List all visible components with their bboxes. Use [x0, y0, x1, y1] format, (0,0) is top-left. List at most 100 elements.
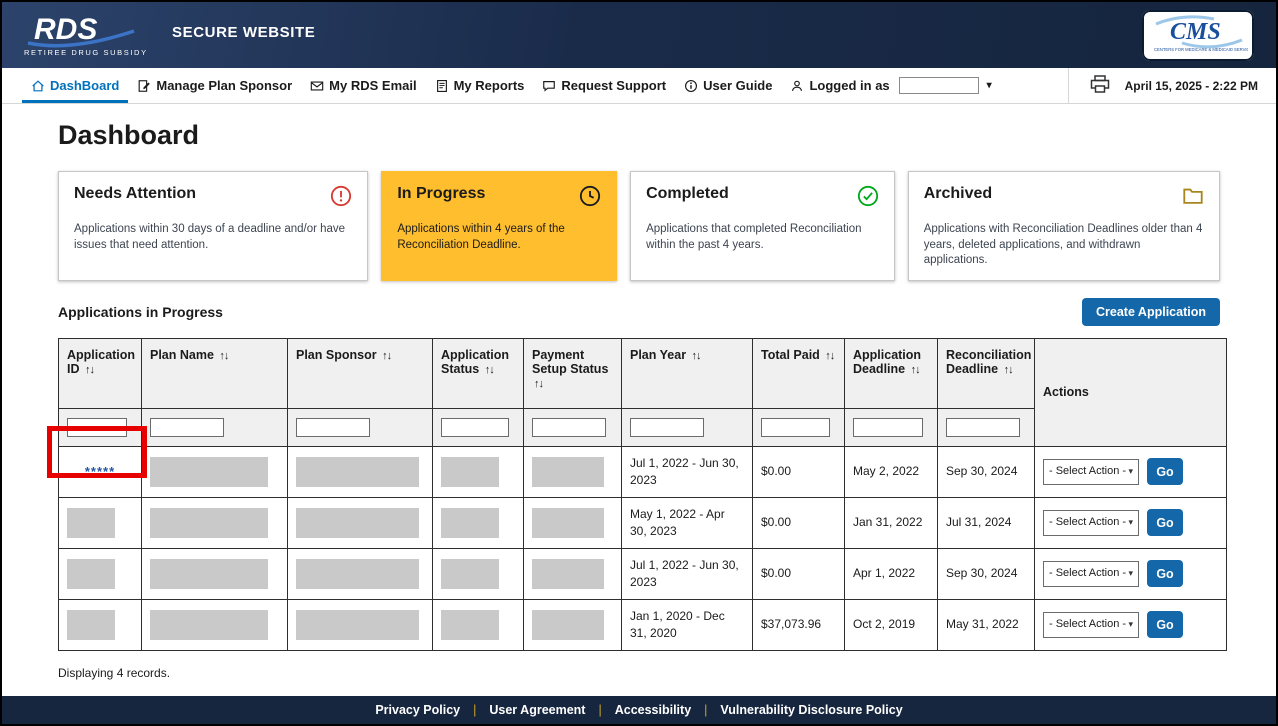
plan-year-cell: Jan 1, 2020 - Dec 31, 2020 — [622, 599, 753, 650]
redacted-application-status — [441, 457, 499, 487]
footer-link-vulnerability-disclosure-policy[interactable]: Vulnerability Disclosure Policy — [720, 703, 902, 717]
logged-in-label: Logged in as — [809, 78, 889, 93]
nav-utility-group: April 15, 2025 - 2:22 PM — [1068, 68, 1276, 103]
column-header-application-deadline[interactable]: Application Deadline ↑↓ — [845, 338, 938, 408]
rds-secure-website-page: RDS RETIREE DRUG SUBSIDY SECURE WEBSITE … — [0, 0, 1278, 726]
site-footer: Privacy Policy | User Agreement | Access… — [2, 696, 1276, 724]
page-title: Dashboard — [58, 120, 1276, 151]
cms-logo-icon: CMS CENTERS FOR MEDICARE & MEDICAID SERV… — [1148, 12, 1248, 54]
sort-icon: ↑↓ — [382, 350, 391, 362]
column-label: Payment Setup Status — [532, 348, 608, 376]
table-row: May 1, 2022 - Apr 30, 2023 $0.00 Jan 31,… — [59, 497, 1227, 548]
redacted-payment-setup-status — [532, 559, 604, 589]
rds-logo-subtitle: RETIREE DRUG SUBSIDY — [24, 48, 148, 57]
print-icon[interactable] — [1089, 75, 1111, 97]
column-header-payment-setup-status[interactable]: Payment Setup Status ↑↓ — [524, 338, 622, 408]
rds-logo: RDS RETIREE DRUG SUBSIDY — [22, 11, 150, 59]
datetime-label: April 15, 2025 - 2:22 PM — [1125, 79, 1258, 93]
alert-icon — [330, 185, 352, 212]
total-paid-cell: $0.00 — [753, 446, 845, 497]
filter-input-total-paid[interactable] — [761, 418, 830, 437]
redacted-payment-setup-status — [532, 610, 604, 640]
action-select-value: - Select Action - — [1049, 566, 1126, 581]
nav-item-manage-plan-sponsor[interactable]: Manage Plan Sponsor — [128, 68, 301, 103]
nav-item-dashboard[interactable]: DashBoard — [22, 68, 128, 103]
nav-item-label: My Reports — [454, 78, 525, 93]
rds-logo-icon: RDS RETIREE DRUG SUBSIDY — [22, 11, 150, 59]
filter-input-application-id[interactable] — [67, 418, 127, 437]
reconciliation-deadline-cell: Sep 30, 2024 — [938, 548, 1035, 599]
status-cards: Needs Attention Applications within 30 d… — [58, 171, 1220, 281]
redacted-plan-name — [150, 610, 268, 640]
nav-item-my-reports[interactable]: My Reports — [426, 68, 534, 103]
footer-link-accessibility[interactable]: Accessibility — [615, 703, 691, 717]
redacted-plan-name — [150, 457, 268, 487]
redacted-application-id — [67, 559, 115, 589]
filter-input-payment-setup-status[interactable] — [532, 418, 606, 437]
column-header-plan-sponsor[interactable]: Plan Sponsor ↑↓ — [288, 338, 433, 408]
action-select-value: - Select Action - — [1049, 515, 1126, 530]
go-button[interactable]: Go — [1147, 509, 1183, 536]
filter-input-application-status[interactable] — [441, 418, 509, 437]
redacted-application-id — [67, 508, 115, 538]
sort-icon: ↑↓ — [1004, 364, 1013, 376]
column-header-total-paid[interactable]: Total Paid ↑↓ — [753, 338, 845, 408]
nav-item-request-support[interactable]: Request Support — [533, 68, 675, 103]
info-icon — [684, 79, 698, 93]
filter-cell — [622, 408, 753, 446]
home-icon — [31, 79, 45, 93]
nav-item-user-guide[interactable]: User Guide — [675, 68, 781, 103]
column-label: Plan Year — [630, 348, 686, 362]
column-header-reconciliation-deadline[interactable]: Reconciliation Deadline ↑↓ — [938, 338, 1035, 408]
go-button[interactable]: Go — [1147, 458, 1183, 485]
column-header-application-id[interactable]: Application ID ↑↓ — [59, 338, 142, 408]
nav-item-my-rds-email[interactable]: My RDS Email — [301, 68, 425, 103]
edit-doc-icon — [137, 79, 151, 93]
go-button[interactable]: Go — [1147, 560, 1183, 587]
action-select[interactable]: - Select Action - ▾ — [1043, 510, 1139, 536]
table-row: ***** Jul 1, 2022 - Jun 30, 2023 $0.00 M… — [59, 446, 1227, 497]
action-select[interactable]: - Select Action - ▾ — [1043, 561, 1139, 587]
filter-input-reconciliation-deadline[interactable] — [946, 418, 1020, 437]
footer-link-privacy-policy[interactable]: Privacy Policy — [375, 703, 460, 717]
card-description: Applications within 4 years of the Recon… — [397, 222, 601, 253]
filter-input-plan-name[interactable] — [150, 418, 224, 437]
column-header-plan-name[interactable]: Plan Name ↑↓ — [142, 338, 288, 408]
card-completed[interactable]: Completed Applications that completed Re… — [630, 171, 895, 281]
folder-icon — [1182, 185, 1204, 212]
card-title: Archived — [924, 185, 992, 203]
column-label: Plan Name — [150, 348, 214, 362]
filter-cell — [288, 408, 433, 446]
clock-icon — [579, 185, 601, 212]
filter-cell — [753, 408, 845, 446]
plan-year-cell: May 1, 2022 - Apr 30, 2023 — [622, 497, 753, 548]
action-select[interactable]: - Select Action - ▾ — [1043, 612, 1139, 638]
filter-input-plan-sponsor[interactable] — [296, 418, 370, 437]
person-icon — [790, 79, 804, 93]
application-id-link[interactable]: ***** — [67, 463, 133, 481]
filter-input-plan-year[interactable] — [630, 418, 704, 437]
column-header-plan-year[interactable]: Plan Year ↑↓ — [622, 338, 753, 408]
logged-in-user-select[interactable] — [899, 77, 979, 94]
rds-logo-text: RDS — [34, 13, 97, 46]
filter-input-application-deadline[interactable] — [853, 418, 923, 437]
nav-item-label: DashBoard — [50, 78, 119, 93]
cms-logo-text: CMS — [1170, 19, 1221, 45]
filter-cell — [938, 408, 1035, 446]
application-deadline-cell: May 2, 2022 — [845, 446, 938, 497]
create-application-button[interactable]: Create Application — [1082, 298, 1220, 326]
nav-item-logged-in-as: Logged in as ▾ — [781, 68, 1000, 103]
column-label: Reconciliation Deadline — [946, 348, 1031, 376]
column-header-application-status[interactable]: Application Status ↑↓ — [433, 338, 524, 408]
action-select[interactable]: - Select Action - ▾ — [1043, 459, 1139, 485]
sort-icon: ↑↓ — [534, 378, 543, 390]
select-caret-icon: ▾ — [1128, 516, 1133, 528]
go-button[interactable]: Go — [1147, 611, 1183, 638]
card-title: In Progress — [397, 185, 485, 203]
card-archived[interactable]: Archived Applications with Reconciliatio… — [908, 171, 1220, 281]
footer-link-user-agreement[interactable]: User Agreement — [489, 703, 585, 717]
card-in-progress[interactable]: In Progress Applications within 4 years … — [381, 171, 617, 281]
total-paid-cell: $0.00 — [753, 497, 845, 548]
card-needs-attention[interactable]: Needs Attention Applications within 30 d… — [58, 171, 368, 281]
redacted-application-status — [441, 559, 499, 589]
